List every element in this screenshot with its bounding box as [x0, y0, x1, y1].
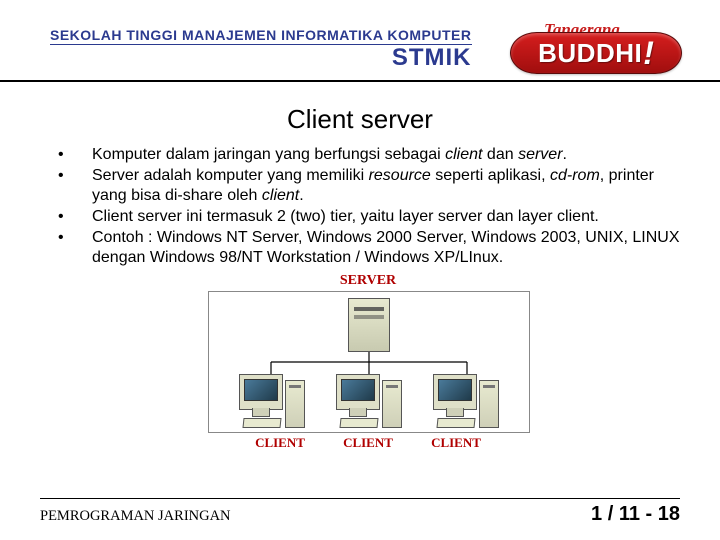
bullet-marker: • — [56, 166, 92, 206]
bullet-text: Server adalah komputer yang memiliki res… — [92, 166, 680, 206]
slide-footer: PEMROGRAMAN JARINGAN 1 / 11 - 18 — [40, 498, 680, 526]
bullet-text: Komputer dalam jaringan yang berfungsi s… — [92, 145, 680, 165]
bullet-list: • Komputer dalam jaringan yang berfungsi… — [56, 145, 680, 268]
client-labels-row: CLIENT CLIENT CLIENT — [208, 435, 528, 451]
bullet-text: Contoh : Windows NT Server, Windows 2000… — [92, 228, 680, 268]
bullet-item: • Komputer dalam jaringan yang berfungsi… — [56, 145, 680, 165]
bullet-marker: • — [56, 207, 92, 227]
logo-text: BUDDHI — [538, 38, 642, 69]
bullet-item: • Client server ini termasuk 2 (two) tie… — [56, 207, 680, 227]
client-label: CLIENT — [412, 435, 500, 451]
server-label: SERVER — [208, 272, 528, 290]
slide-header: SEKOLAH TINGGI MANAJEMEN INFORMATIKA KOM… — [0, 0, 720, 82]
client-label: CLIENT — [324, 435, 412, 451]
client-label: CLIENT — [236, 435, 324, 451]
footer-page-number: 1 / 11 - 18 — [591, 503, 680, 526]
client-computer-icon — [433, 374, 499, 428]
network-diagram: SERVER CLIENT CLIENT CLIENT — [208, 272, 528, 451]
bullet-item: • Server adalah komputer yang memiliki r… — [56, 166, 680, 206]
institution-block: SEKOLAH TINGGI MANAJEMEN INFORMATIKA KOM… — [50, 27, 472, 72]
slide-title: Client server — [0, 104, 720, 135]
bullet-item: • Contoh : Windows NT Server, Windows 20… — [56, 228, 680, 268]
client-computer-icon — [336, 374, 402, 428]
institution-name: SEKOLAH TINGGI MANAJEMEN INFORMATIKA KOM… — [50, 27, 472, 45]
logo-pill: BUDDHI! — [510, 32, 682, 74]
buddhi-logo: Tangerang BUDDHI! — [510, 20, 680, 76]
server-tower-icon — [348, 298, 390, 352]
logo-exclamation: ! — [643, 35, 654, 72]
slide-content: • Komputer dalam jaringan yang berfungsi… — [0, 145, 720, 451]
bullet-marker: • — [56, 228, 92, 268]
institution-acronym: STMIK — [392, 46, 472, 70]
bullet-marker: • — [56, 145, 92, 165]
diagram-box — [208, 291, 530, 433]
client-computer-icon — [239, 374, 305, 428]
bullet-text: Client server ini termasuk 2 (two) tier,… — [92, 207, 680, 227]
footer-course-name: PEMROGRAMAN JARINGAN — [40, 508, 231, 525]
